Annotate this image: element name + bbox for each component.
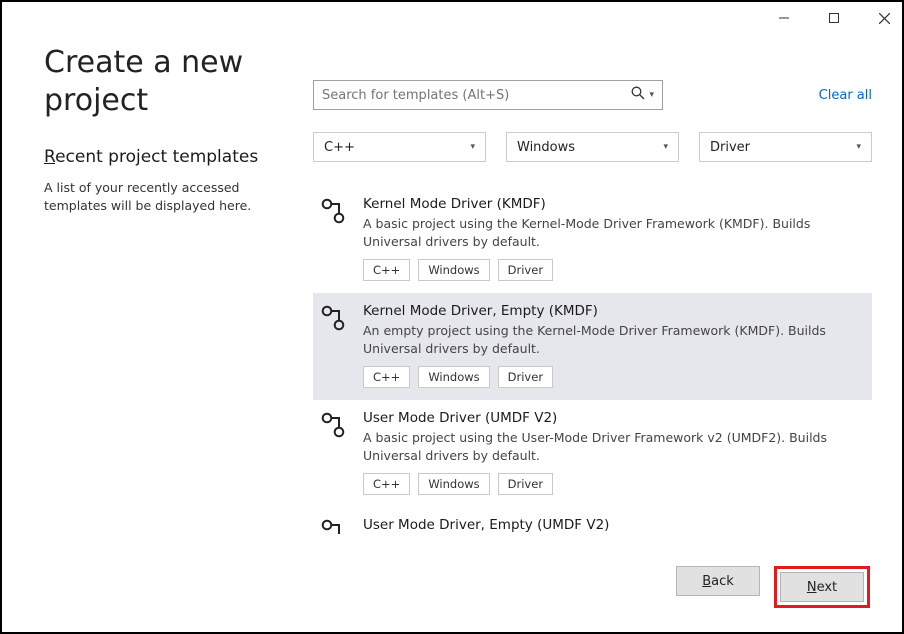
template-tag: Driver — [498, 366, 553, 388]
back-button[interactable]: Back — [676, 566, 760, 596]
clear-all-link[interactable]: Clear all — [819, 88, 872, 103]
search-placeholder: Search for templates (Alt+S) — [322, 88, 631, 103]
driver-icon — [321, 303, 351, 388]
template-tags: C++ Windows Driver — [363, 473, 862, 495]
right-panel: Search for templates (Alt+S) ▾ Clear all… — [313, 44, 872, 534]
minimize-button[interactable] — [772, 6, 796, 30]
close-button[interactable] — [872, 6, 896, 30]
chevron-down-icon: ▾ — [856, 142, 861, 152]
template-name: User Mode Driver, Empty (UMDF V2) — [363, 517, 862, 533]
template-item[interactable]: Kernel Mode Driver, Empty (KMDF) An empty… — [313, 293, 872, 400]
window-titlebar — [2, 2, 902, 34]
recent-templates-heading: Recent project templates — [44, 147, 289, 167]
filter-project-type-value: Driver — [710, 140, 750, 155]
next-button[interactable]: Next — [780, 572, 864, 602]
filter-platform-value: Windows — [517, 140, 575, 155]
template-name: Kernel Mode Driver (KMDF) — [363, 196, 862, 212]
page-title: Create a new project — [44, 44, 289, 119]
driver-icon — [321, 196, 351, 281]
template-tag: C++ — [363, 366, 410, 388]
filter-language-value: C++ — [324, 140, 355, 155]
filter-language[interactable]: C++ ▾ — [313, 132, 486, 162]
chevron-down-icon: ▾ — [663, 142, 668, 152]
template-tag: Windows — [418, 366, 489, 388]
chevron-down-icon: ▾ — [470, 142, 475, 152]
template-item[interactable]: User Mode Driver, Empty (UMDF V2)An empt… — [313, 507, 872, 534]
driver-icon — [321, 517, 351, 534]
search-input[interactable]: Search for templates (Alt+S) ▾ — [313, 80, 663, 110]
template-name: Kernel Mode Driver, Empty (KMDF) — [363, 303, 862, 319]
filter-platform[interactable]: Windows ▾ — [506, 132, 679, 162]
dialog-window: Create a new project Recent project temp… — [0, 0, 904, 634]
maximize-button[interactable] — [822, 6, 846, 30]
template-list: Kernel Mode Driver (KMDF) A basic project… — [313, 186, 872, 534]
template-tags: C++ Windows Driver — [363, 366, 862, 388]
template-item[interactable]: User Mode Driver (UMDF V2) A basic projec… — [313, 400, 872, 507]
template-name: User Mode Driver (UMDF V2) — [363, 410, 862, 426]
template-description: An empty project using the Kernel-Mode D… — [363, 322, 862, 357]
template-tag: Windows — [418, 259, 489, 281]
recent-templates-description: A list of your recently accessed templat… — [44, 179, 289, 215]
search-icon[interactable] — [631, 86, 645, 104]
next-button-highlight: Next — [774, 566, 870, 608]
template-description: A basic project using the User-Mode Driv… — [363, 429, 862, 464]
template-description: A basic project using the Kernel-Mode Dr… — [363, 215, 862, 250]
template-tag: C++ — [363, 259, 410, 281]
footer-buttons: Back Next — [676, 566, 870, 608]
template-tag: C++ — [363, 473, 410, 495]
driver-icon — [321, 410, 351, 495]
template-tag: Driver — [498, 259, 553, 281]
template-tags: C++ Windows Driver — [363, 259, 862, 281]
template-item[interactable]: Kernel Mode Driver (KMDF) A basic project… — [313, 186, 872, 293]
template-tag: Driver — [498, 473, 553, 495]
left-panel: Create a new project Recent project temp… — [44, 44, 289, 534]
search-dropdown-icon[interactable]: ▾ — [649, 90, 654, 100]
filter-project-type[interactable]: Driver ▾ — [699, 132, 872, 162]
template-tag: Windows — [418, 473, 489, 495]
